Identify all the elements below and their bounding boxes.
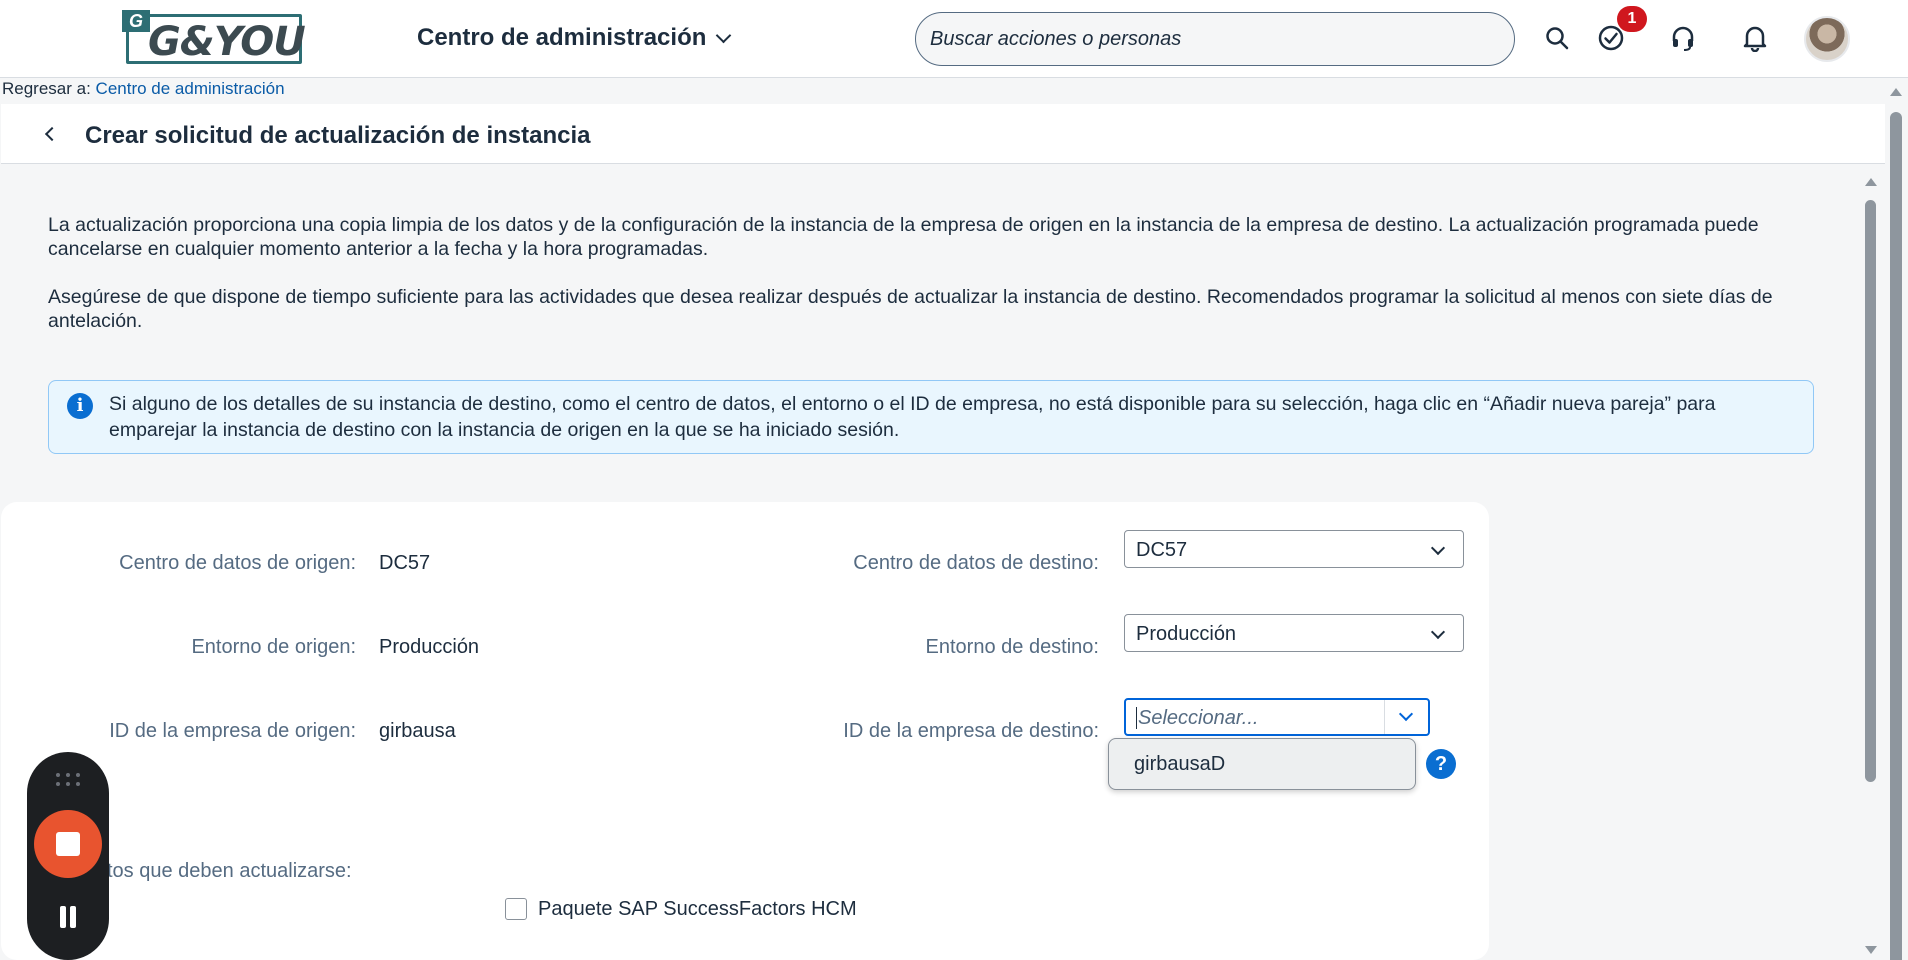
intro-paragraph-1: La actualización proporciona una copia l… xyxy=(48,214,1759,260)
help-icon[interactable]: ? xyxy=(1426,749,1456,779)
info-message-strip: i Si alguno de los detalles de su instan… xyxy=(48,380,1814,454)
avatar[interactable] xyxy=(1804,16,1850,62)
scrollbar-thumb[interactable] xyxy=(1865,200,1876,782)
target-dc-value: DC57 xyxy=(1136,539,1188,561)
breadcrumb-prefix: Regresar a: xyxy=(2,79,96,98)
target-env-label: Entorno de destino: xyxy=(925,636,1099,658)
chevron-down-icon xyxy=(1430,540,1446,556)
scroll-down-icon[interactable] xyxy=(1890,936,1902,944)
stop-recording-button[interactable] xyxy=(34,810,102,878)
logo-text: G&YOU xyxy=(148,19,306,65)
source-id-label: ID de la empresa de origen: xyxy=(109,720,356,742)
target-env-value: Producción xyxy=(1136,623,1237,645)
package-checkbox-label: Paquete SAP SuccessFactors HCM xyxy=(538,898,857,920)
page-header: Crear solicitud de actualización de inst… xyxy=(1,104,1885,164)
target-id-combobox[interactable]: Seleccionar... xyxy=(1124,698,1430,736)
source-env-value: Producción xyxy=(379,636,480,658)
bell-icon[interactable] xyxy=(1737,20,1773,56)
breadcrumb: Regresar a: Centro de administración xyxy=(2,79,285,99)
data-section-label: tos que deben actualizarse: xyxy=(107,860,352,882)
source-dc-label: Centro de datos de origen: xyxy=(119,552,356,574)
back-button[interactable] xyxy=(41,124,61,144)
suggestion-popover: girbausaD xyxy=(1108,738,1416,790)
chevron-down-icon xyxy=(1430,624,1446,640)
target-id-placeholder: Seleccionar... xyxy=(1138,707,1259,729)
combobox-dropdown-button[interactable] xyxy=(1384,700,1428,734)
screen-recorder-widget xyxy=(27,752,109,960)
content-scrollbar[interactable] xyxy=(1860,170,1882,960)
scroll-up-icon[interactable] xyxy=(1890,88,1902,96)
source-dc-value: DC57 xyxy=(379,552,431,574)
source-id-value: girbausa xyxy=(379,720,456,742)
target-dc-select[interactable]: DC57 xyxy=(1124,530,1464,568)
drag-handle-icon[interactable] xyxy=(54,770,82,790)
search-input[interactable]: Buscar acciones o personas xyxy=(915,12,1515,66)
shell-bar: G G&YOU Centro de administración Buscar … xyxy=(0,0,1908,78)
page-scrollbar[interactable] xyxy=(1884,80,1908,960)
info-text: Si alguno de los detalles de su instanci… xyxy=(109,393,1716,441)
notification-badge: 1 xyxy=(1617,6,1647,32)
info-icon: i xyxy=(67,393,93,419)
pause-button[interactable] xyxy=(57,906,79,928)
app-title-menu[interactable]: Centro de administración xyxy=(417,24,732,52)
breadcrumb-link[interactable]: Centro de administración xyxy=(96,79,285,98)
stop-icon xyxy=(56,832,80,856)
chevron-down-icon xyxy=(716,27,732,43)
target-dc-label: Centro de datos de destino: xyxy=(853,552,1099,574)
scroll-up-icon[interactable] xyxy=(1865,178,1877,186)
headset-icon[interactable] xyxy=(1665,20,1701,56)
scroll-down-icon[interactable] xyxy=(1865,946,1877,954)
intro-paragraph-2: Asegúrese de que dispone de tiempo sufic… xyxy=(48,286,1773,332)
target-env-select[interactable]: Producción xyxy=(1124,614,1464,652)
chevron-down-icon xyxy=(1398,706,1414,722)
source-env-label: Entorno de origen: xyxy=(191,636,356,658)
scrollbar-thumb[interactable] xyxy=(1890,112,1902,960)
page-title: Crear solicitud de actualización de inst… xyxy=(85,122,591,149)
search-icon[interactable] xyxy=(1539,20,1575,56)
package-checkbox[interactable] xyxy=(505,898,527,920)
data-section-card xyxy=(1,810,1489,960)
suggestion-item[interactable]: girbausaD xyxy=(1134,753,1225,776)
target-id-label: ID de la empresa de destino: xyxy=(843,720,1099,742)
app-title: Centro de administración xyxy=(417,24,707,51)
text-caret xyxy=(1136,707,1137,729)
logo-mark: G xyxy=(122,10,150,32)
search-placeholder: Buscar acciones o personas xyxy=(930,28,1182,50)
chevron-left-icon xyxy=(44,126,60,142)
company-logo[interactable]: G G&YOU xyxy=(122,8,308,70)
